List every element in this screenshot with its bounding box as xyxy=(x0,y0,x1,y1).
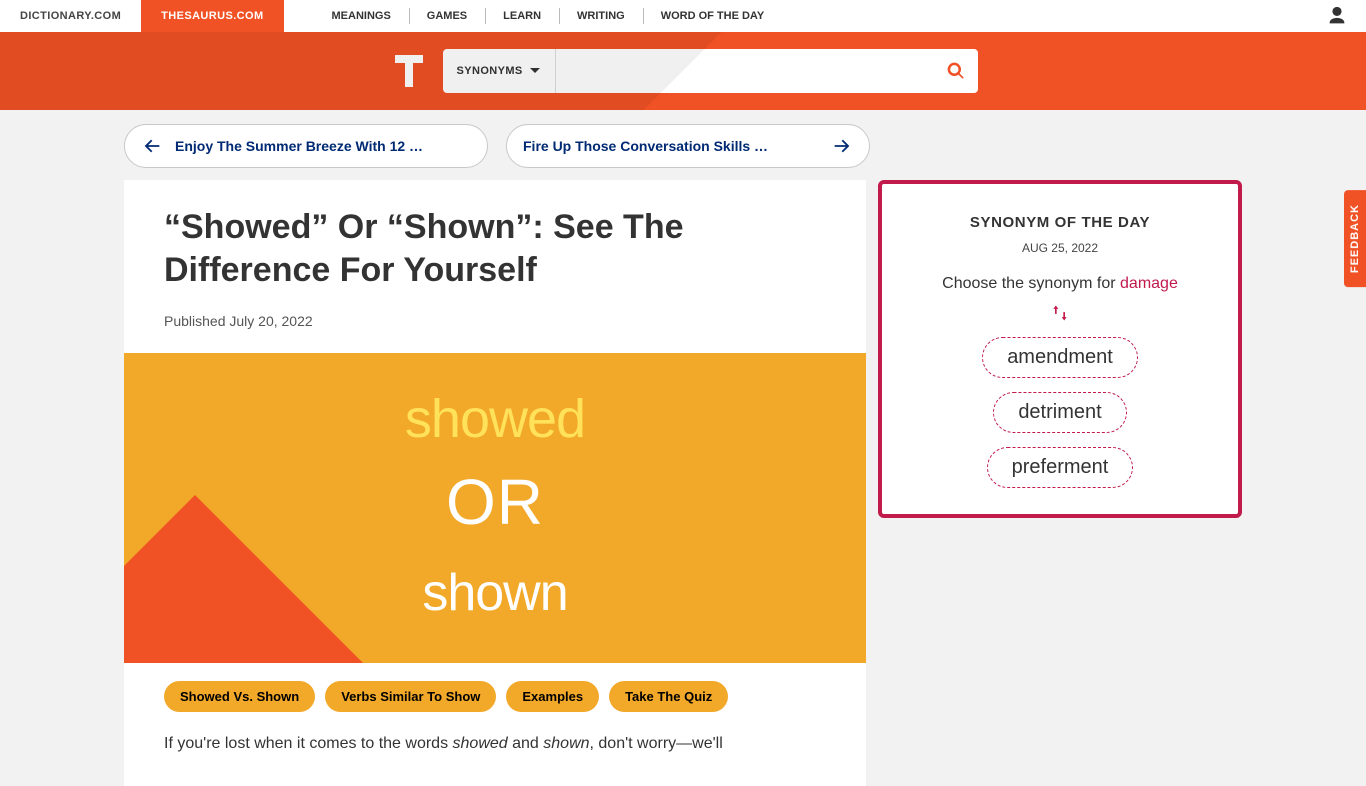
anchor-examples[interactable]: Examples xyxy=(506,681,599,712)
anchor-similar-verbs[interactable]: Verbs Similar To Show xyxy=(325,681,496,712)
anchor-take-quiz[interactable]: Take The Quiz xyxy=(609,681,728,712)
search-hero: SYNONYMS xyxy=(0,32,1366,110)
arrow-right-icon xyxy=(831,135,853,157)
site-tab-dictionary[interactable]: DICTIONARY.COM xyxy=(0,0,141,32)
article-anchor-links: Showed Vs. Shown Verbs Similar To Show E… xyxy=(124,663,866,712)
swap-arrows-icon xyxy=(1050,303,1070,323)
sotd-keyword: damage xyxy=(1120,275,1178,292)
sotd-heading: SYNONYM OF THE DAY xyxy=(900,214,1220,231)
account-icon[interactable] xyxy=(1326,0,1348,32)
article-main: “Showed” Or “Shown”: See The Difference … xyxy=(124,180,866,786)
nav-link-learn[interactable]: LEARN xyxy=(485,0,559,32)
next-article-title: Fire Up Those Conversation Skills … xyxy=(523,138,819,154)
search-input[interactable] xyxy=(556,49,934,93)
search-filter-label: SYNONYMS xyxy=(457,65,523,77)
arrow-left-icon xyxy=(141,135,163,157)
search-filter-dropdown[interactable]: SYNONYMS xyxy=(443,49,556,93)
sotd-prompt: Choose the synonym for damage xyxy=(900,273,1220,295)
nav-link-writing[interactable]: WRITING xyxy=(559,0,643,32)
figure-word-or: OR xyxy=(124,465,866,539)
site-tab-thesaurus[interactable]: THESAURUS.COM xyxy=(141,0,283,32)
synonym-of-the-day-card: SYNONYM OF THE DAY AUG 25, 2022 Choose t… xyxy=(878,180,1242,518)
figure-word-shown: shown xyxy=(124,563,866,623)
search-submit-button[interactable] xyxy=(934,49,978,93)
prev-article-title: Enjoy The Summer Breeze With 12 … xyxy=(175,138,471,154)
feedback-tab[interactable]: FEEDBACK xyxy=(1344,190,1366,287)
sotd-date: AUG 25, 2022 xyxy=(900,241,1220,255)
anchor-showed-vs-shown[interactable]: Showed Vs. Shown xyxy=(164,681,315,712)
article-nav-pills: Enjoy The Summer Breeze With 12 … Fire U… xyxy=(124,110,1242,180)
sotd-option-amendment[interactable]: amendment xyxy=(982,337,1138,378)
figure-word-showed: showed xyxy=(124,388,866,450)
article-publish-date: Published July 20, 2022 xyxy=(164,313,826,329)
sotd-option-preferment[interactable]: preferment xyxy=(987,447,1134,488)
search-box: SYNONYMS xyxy=(443,49,978,93)
thesaurus-logo-icon xyxy=(389,51,429,91)
nav-link-games[interactable]: GAMES xyxy=(409,0,485,32)
sotd-option-detriment[interactable]: detriment xyxy=(993,392,1126,433)
search-icon xyxy=(946,61,966,81)
nav-link-wotd[interactable]: WORD OF THE DAY xyxy=(643,0,783,32)
top-navbar: DICTIONARY.COM THESAURUS.COM MEANINGS GA… xyxy=(0,0,1366,32)
nav-link-meanings[interactable]: MEANINGS xyxy=(314,0,409,32)
article-title: “Showed” Or “Shown”: See The Difference … xyxy=(164,206,826,291)
chevron-down-icon xyxy=(529,65,541,77)
prev-article-link[interactable]: Enjoy The Summer Breeze With 12 … xyxy=(124,124,488,168)
next-article-link[interactable]: Fire Up Those Conversation Skills … xyxy=(506,124,870,168)
article-hero-image: showed OR shown xyxy=(124,353,866,663)
article-body-intro: If you're lost when it comes to the word… xyxy=(124,712,866,756)
